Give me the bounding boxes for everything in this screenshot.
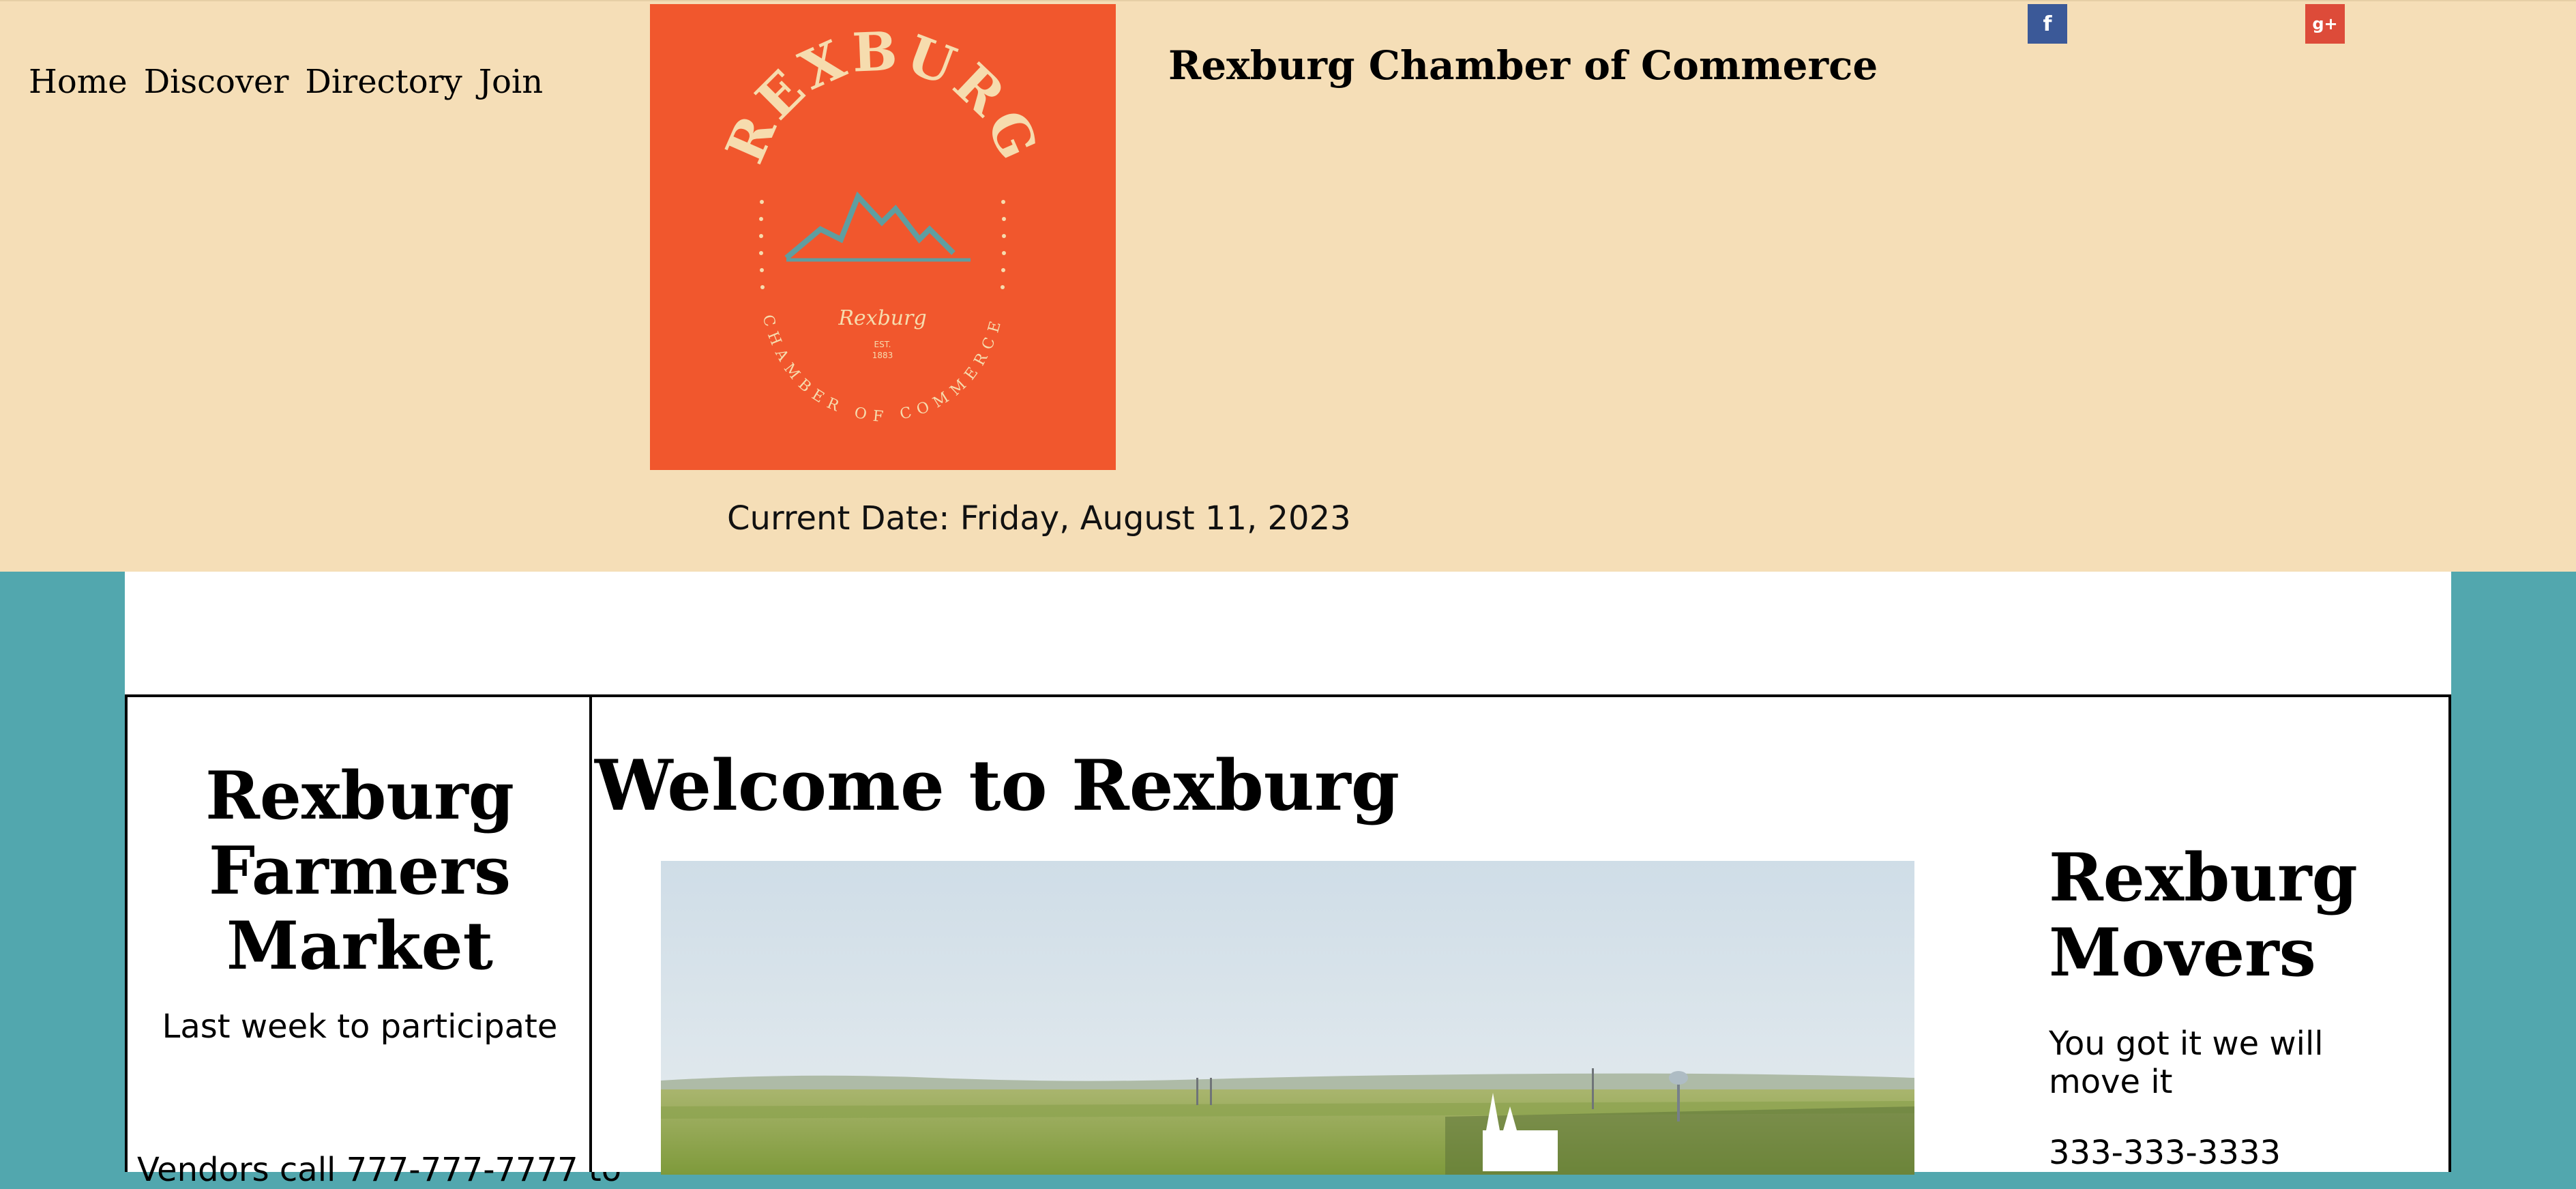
nav-join-link[interactable]: Join — [479, 63, 543, 101]
mountain-icon — [784, 191, 956, 261]
logo-dot-border — [759, 200, 1006, 289]
logo-year-text: 1883 — [872, 351, 893, 360]
left-sidebar: Rexburg Farmers Market Last week to part… — [125, 694, 621, 1189]
main-nav: Home Discover Directory Join — [29, 63, 543, 101]
logo-est-text: EST. — [874, 340, 891, 349]
nav-discover-link[interactable]: Discover — [144, 63, 289, 101]
main-content: Rexburg Farmers Market Last week to part… — [125, 572, 2451, 1189]
rexburg-landscape-photo — [661, 861, 1914, 1175]
chamber-logo-art: REXBURG Rexburg EST. 1883 CHAMBER OF COM… — [714, 20, 1051, 426]
current-date: Current Date: Friday, August 11, 2023 — [727, 499, 1351, 538]
farmers-market-subtitle: Last week to participate — [162, 1008, 558, 1046]
right-sidebar: Rexburg Movers You got it we will move i… — [1985, 694, 2451, 1172]
chamber-logo[interactable]: REXBURG Rexburg EST. 1883 CHAMBER OF COM… — [650, 4, 1116, 470]
farmers-market-title: Rexburg Farmers Market — [205, 757, 514, 984]
site-header: Home Discover Directory Join REXBURG Rex… — [0, 0, 2576, 572]
facebook-link[interactable]: f — [2028, 4, 2067, 44]
movers-title: Rexburg Movers — [2049, 839, 2358, 991]
facebook-icon: f — [2043, 12, 2052, 36]
googleplus-icon: g+ — [2312, 14, 2338, 33]
nav-home-link[interactable]: Home — [29, 63, 128, 101]
nav-directory-link[interactable]: Directory — [305, 63, 462, 101]
landscape-image — [661, 861, 1914, 1175]
logo-script-text: Rexburg — [838, 306, 926, 330]
movers-phone: 333-333-3333 — [2049, 1134, 2281, 1172]
googleplus-link[interactable]: g+ — [2305, 4, 2345, 44]
welcome-heading: Welcome to Rexburg — [595, 745, 1400, 827]
movers-tagline: You got it we will move it — [2049, 1025, 2324, 1101]
center-column: Welcome to Rexburg — [589, 694, 1987, 1175]
logo-arc-text: REXBURG — [714, 20, 1051, 172]
site-title: Rexburg Chamber of Commerce — [1168, 42, 1878, 89]
farmers-market-vendors: Vendors call 777-777-7777 to — [137, 1151, 622, 1189]
